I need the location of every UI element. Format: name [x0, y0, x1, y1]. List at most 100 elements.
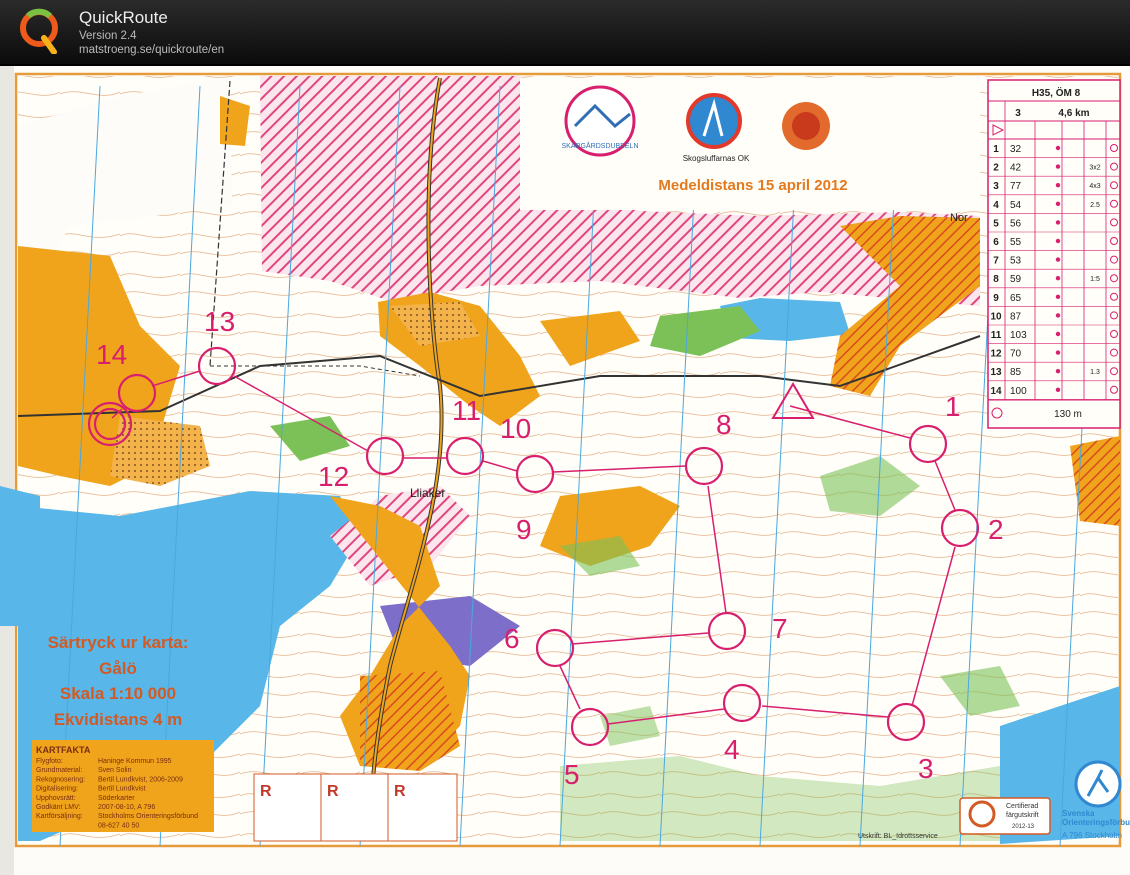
control-description: H35, ÖM 8 3 4,6 km 1 32 2 42 3x2 3 77 4x3 4 54 2.5…	[987, 79, 1121, 429]
control-number-12: 12	[318, 461, 349, 492]
desc-row-number: 5	[993, 218, 999, 229]
desc-row-code: 87	[1010, 311, 1022, 322]
desc-row-code: 77	[1010, 181, 1022, 192]
desc-row-number: 13	[990, 367, 1002, 378]
desc-row-code: 55	[1010, 237, 1022, 248]
kartfakta-value: Söderkarter	[98, 795, 135, 802]
skargardsdubbeln-text: SKÄRGÅRDSDUBBELN	[561, 141, 638, 150]
control-number-8: 8	[716, 409, 732, 440]
map-canvas[interactable]: 1 2 3 4 5 6 7 8 9 10 11 12 13 14 Lliaker…	[0, 66, 1130, 875]
desc-row-symbol-icon	[1055, 294, 1061, 299]
r-boxes: R R R	[253, 773, 458, 842]
certified-line2: färgutskrift	[1006, 812, 1039, 819]
control-number-11: 11	[452, 395, 481, 426]
desc-row-code: 85	[1010, 367, 1022, 378]
control-number-7: 7	[772, 613, 788, 644]
desc-row-symbol-icon	[1055, 387, 1061, 392]
desc-row-code: 70	[1010, 349, 1022, 360]
desc-class: H35, ÖM 8	[1032, 86, 1081, 99]
kartfakta-value: Stockholms Orienteringsförbund	[98, 813, 198, 820]
kartfakta-value: Bertil Lundkvist, 2006-2009	[98, 776, 183, 783]
kartfakta-value: 2007-08-10, A 796	[98, 804, 155, 811]
app-version: Version 2.4	[79, 30, 137, 42]
desc-row-symbol-icon	[1055, 164, 1061, 169]
desc-row-symbol-icon	[1055, 238, 1061, 244]
sof-line3: A 796 Stockholm	[1062, 831, 1122, 840]
desc-row-extra: 3x2	[1089, 165, 1100, 172]
orienteering-map[interactable]: 1 2 3 4 5 6 7 8 9 10 11 12 13 14 Lliaker…	[0, 66, 1130, 875]
kartfakta-label: Kartförsäljning:	[36, 813, 83, 820]
desc-row-number: 1	[993, 144, 999, 155]
control-number-6: 6	[504, 623, 520, 654]
desc-row-code: 56	[1010, 218, 1022, 229]
print-info: Utskrift: BL_Idrottsservice	[858, 833, 938, 840]
certified-line1: Certifierad	[1006, 803, 1038, 810]
desc-row-extra: 2.5	[1090, 202, 1100, 209]
desc-row-number: 6	[993, 237, 999, 248]
control-number-1: 1	[945, 391, 961, 422]
control-number-10: 10	[500, 413, 531, 444]
kartfakta-label: Rekognosering:	[36, 776, 85, 783]
sof-runner-icon	[1074, 760, 1122, 808]
desc-row-code: 42	[1010, 163, 1022, 174]
app-name: QuickRoute	[79, 8, 168, 27]
desc-row-number: 10	[990, 311, 1002, 322]
r-box-3: R	[394, 783, 406, 800]
app-titlebar: QuickRoute Version 2.4 matstroeng.se/qui…	[0, 0, 1130, 64]
sartryck-line3: Skala 1:10 000	[60, 684, 176, 703]
sartryck-line4: Ekvidistans 4 m	[54, 710, 183, 729]
desc-length: 4,6 km	[1058, 108, 1089, 119]
desc-row-symbol-icon	[1055, 276, 1061, 281]
desc-row-symbol-icon	[1055, 350, 1061, 355]
desc-row-symbol-icon	[1055, 331, 1061, 337]
desc-row-symbol-icon	[1055, 183, 1061, 188]
kartfakta-value: 08-627 40 50	[98, 822, 139, 829]
header-logos: SKÄRGÅRDSDUBBELN Skogsluffarnas OK Medel…	[520, 78, 980, 210]
desc-row-number: 8	[993, 274, 999, 285]
desc-row-symbol-icon	[1055, 257, 1061, 262]
north-label: Nor	[950, 212, 968, 224]
certified-badge: Certifierad färgutskrift 2012-13	[959, 797, 1051, 835]
kartfakta-title: KARTFAKTA	[36, 745, 91, 755]
desc-row-code: 32	[1010, 144, 1022, 155]
desc-row-number: 2	[993, 163, 999, 174]
desc-row-code: 100	[1010, 386, 1027, 397]
place-label: Lliaker	[410, 486, 445, 500]
desc-row-code: 53	[1010, 256, 1022, 267]
r-box-2: R	[327, 783, 339, 800]
desc-row-number: 14	[990, 386, 1002, 397]
desc-row-code: 65	[1010, 293, 1022, 304]
club-name: Skogsluffarnas OK	[683, 154, 750, 163]
desc-row-code: 103	[1010, 330, 1027, 341]
sartryck-line2: Gålö	[99, 659, 137, 678]
control-number-5: 5	[564, 759, 580, 790]
desc-row-number: 4	[993, 200, 999, 211]
desc-row-symbol-icon	[1055, 201, 1061, 206]
sof-line2: Orienteringsförbund	[1062, 818, 1130, 827]
kartfakta-value: Haninge Kommun 1995	[98, 758, 172, 765]
desc-row-symbol-icon	[1055, 369, 1061, 374]
desc-row-number: 7	[993, 256, 999, 267]
app-url[interactable]: matstroeng.se/quickroute/en	[79, 44, 224, 56]
desc-row-number: 11	[991, 330, 1002, 341]
sof-line1: Svenska	[1062, 809, 1095, 818]
desc-row-code: 54	[1010, 200, 1022, 211]
kartfakta-label: Grundmaterial:	[36, 767, 82, 774]
control-number-14: 14	[96, 339, 127, 370]
desc-finish: 130 m	[1054, 409, 1082, 420]
kartfakta-label: Godkänt LMV:	[36, 804, 81, 811]
kartfakta-label: Upphovsrätt:	[36, 795, 76, 802]
desc-row-extra: 1:5	[1090, 276, 1100, 283]
kartfakta-value: Bertil Lundkvist	[98, 786, 146, 793]
control-number-13: 13	[204, 306, 235, 337]
desc-row-symbol-icon	[1055, 313, 1061, 318]
desc-row-number: 3	[993, 181, 999, 192]
desc-row-symbol-icon	[1055, 220, 1061, 225]
control-number-3: 3	[918, 753, 934, 784]
desc-row-number: 9	[993, 293, 999, 304]
certified-line3: 2012-13	[1012, 824, 1035, 830]
desc-row-extra: 4x3	[1089, 183, 1100, 190]
event-title: Medeldistans 15 april 2012	[658, 177, 847, 194]
desc-row-code: 59	[1010, 274, 1022, 285]
kartfakta-label: Flygfoto:	[36, 758, 63, 765]
